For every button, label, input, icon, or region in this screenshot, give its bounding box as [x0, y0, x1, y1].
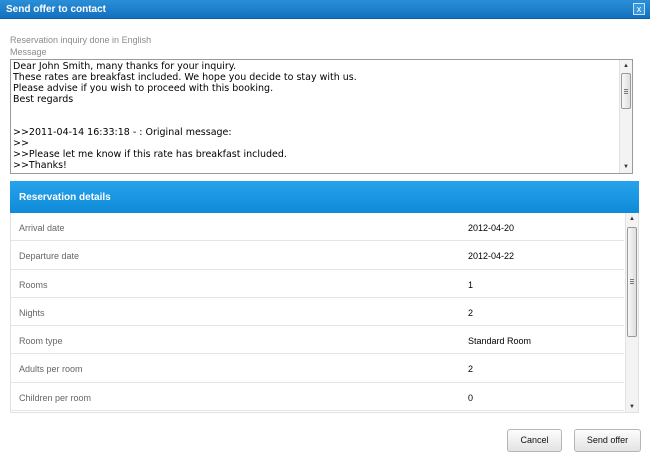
dialog-title: Send offer to contact — [6, 4, 107, 15]
send-offer-button[interactable]: Send offer — [574, 429, 641, 452]
row-label: Rooms — [19, 279, 48, 290]
row-label: Room type — [19, 336, 63, 347]
row-value: 2012-04-22 — [468, 251, 515, 262]
details-row-adults: Adults per room 2 — [11, 354, 624, 383]
details-scrollbar[interactable]: ▲ ▼ — [625, 213, 638, 412]
reservation-details-grid: Arrival date 2012-04-20 Departure date 2… — [10, 213, 639, 413]
message-textarea[interactable]: Dear John Smith, many thanks for your in… — [10, 59, 633, 174]
row-value: 2 — [468, 364, 474, 375]
reservation-details-title: Reservation details — [19, 192, 111, 203]
scroll-down-arrow-icon[interactable]: ▼ — [626, 401, 638, 412]
scroll-up-arrow-icon[interactable]: ▲ — [620, 60, 632, 72]
message-scrollbar[interactable]: ▲ ▼ — [619, 60, 632, 173]
inquiry-language-note: Reservation inquiry done in English — [10, 35, 152, 45]
row-label: Arrival date — [19, 223, 65, 233]
details-row-nights: Nights 2 — [11, 297, 624, 327]
cancel-button[interactable]: Cancel — [507, 429, 562, 452]
details-row-children: Children per room 0 — [11, 382, 624, 412]
message-label: Message — [10, 47, 47, 57]
message-text[interactable]: Dear John Smith, many thanks for your in… — [13, 61, 618, 171]
details-rows: Arrival date 2012-04-20 Departure date 2… — [11, 213, 624, 412]
details-row-departure: Departure date 2012-04-22 — [11, 241, 624, 270]
close-icon[interactable]: x — [633, 3, 645, 15]
reservation-details-header: Reservation details — [10, 181, 639, 213]
row-value: Standard Room — [468, 336, 532, 347]
details-row-room-type: Room type Standard Room — [11, 326, 624, 355]
details-row-arrival: Arrival date 2012-04-20 — [11, 213, 624, 242]
row-label: Departure date — [19, 251, 80, 262]
details-row-rooms: Rooms 1 — [11, 269, 624, 298]
row-label: Children per room — [19, 392, 92, 403]
row-value: 2012-04-20 — [468, 223, 515, 233]
message-scrollbar-thumb[interactable] — [621, 73, 631, 109]
details-scrollbar-thumb[interactable] — [627, 227, 637, 337]
row-label: Adults per room — [19, 364, 83, 375]
scroll-down-arrow-icon[interactable]: ▼ — [620, 161, 632, 173]
dialog-titlebar: Send offer to contact x — [0, 0, 650, 19]
row-label: Nights — [19, 307, 45, 318]
row-value: 0 — [468, 392, 474, 403]
row-value: 2 — [468, 307, 474, 318]
row-value: 1 — [468, 279, 474, 290]
scroll-up-arrow-icon[interactable]: ▲ — [626, 213, 638, 225]
